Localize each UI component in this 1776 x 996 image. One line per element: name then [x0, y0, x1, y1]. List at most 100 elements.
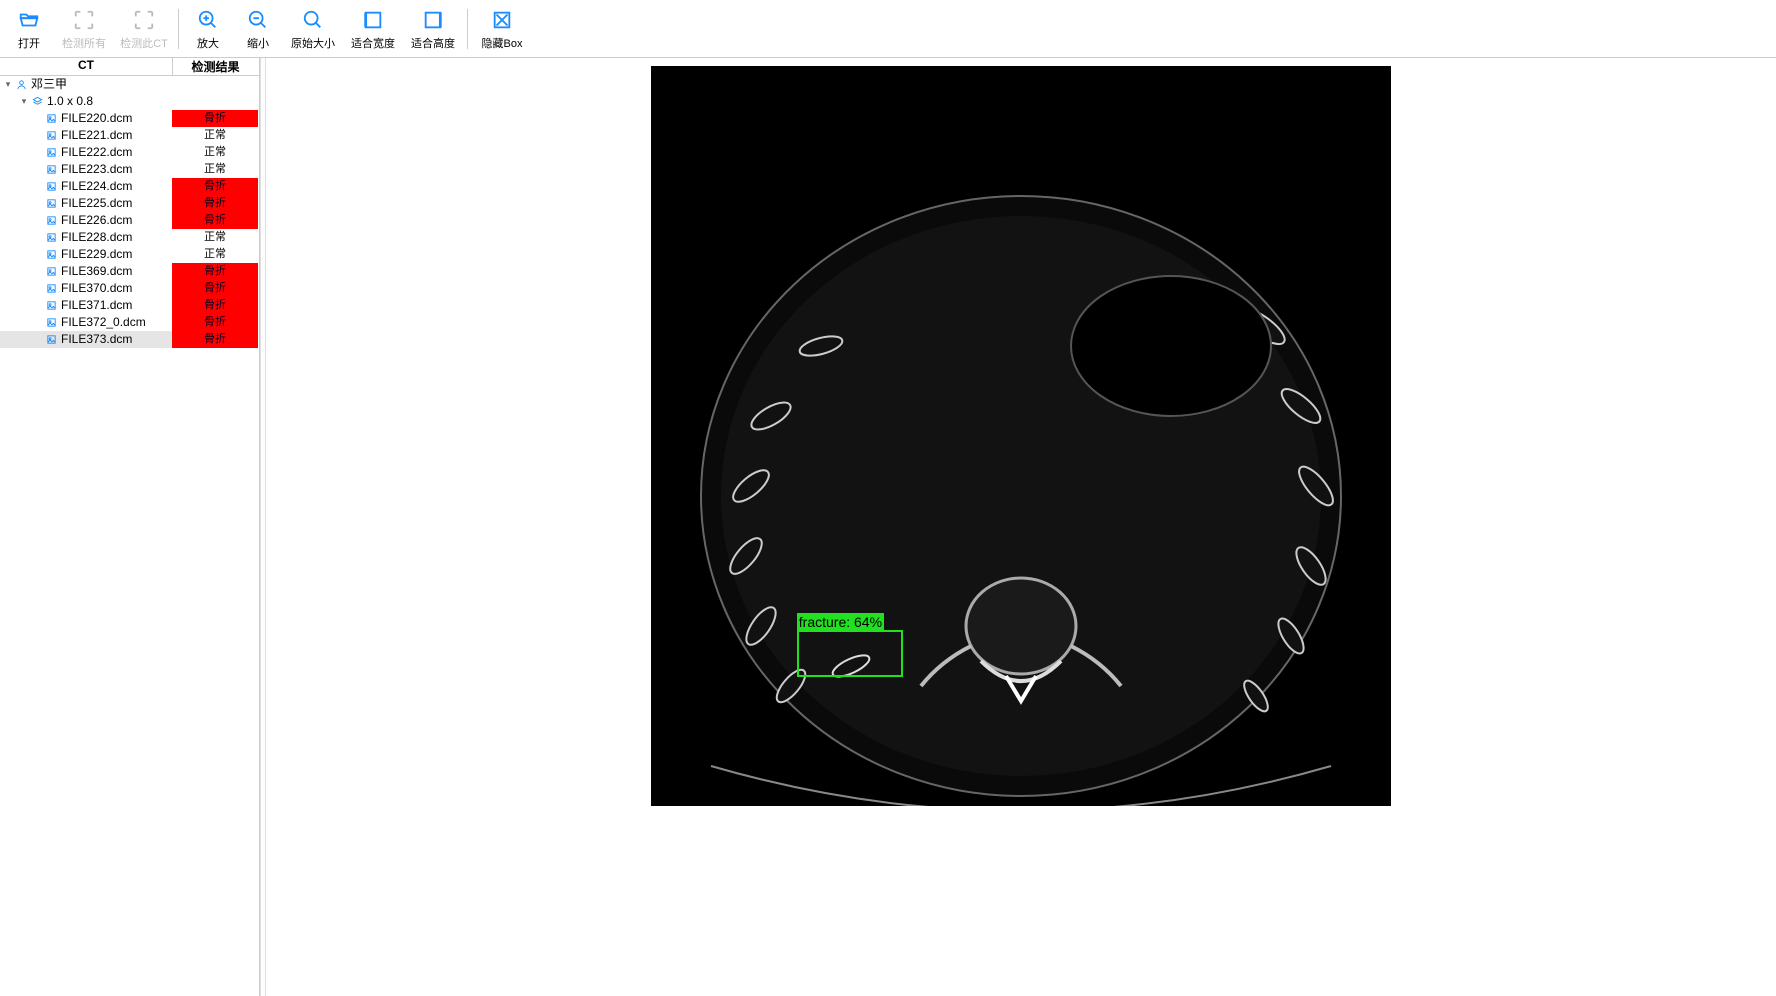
file-name: FILE229.dcm [61, 246, 132, 263]
image-file-icon [46, 198, 57, 209]
file-cell: FILE372_0.dcm [0, 314, 172, 331]
file-cell: FILE370.dcm [0, 280, 172, 297]
search-icon [283, 7, 343, 33]
file-name: FILE224.dcm [61, 178, 132, 195]
image-file-icon [46, 266, 57, 277]
image-file-icon [46, 130, 57, 141]
scan-all-icon [54, 7, 114, 33]
image-file-icon [46, 147, 57, 158]
detection-label: fracture: 64% [797, 613, 884, 631]
tree-file-row[interactable]: FILE372_0.dcm 骨折 [0, 314, 259, 331]
detect-this-ct-button: 检测此CT [114, 3, 174, 55]
file-name: FILE226.dcm [61, 212, 132, 229]
file-name: FILE228.dcm [61, 229, 132, 246]
file-name: FILE220.dcm [61, 110, 132, 127]
result-cell: 正常 [172, 229, 258, 246]
result-cell: 骨折 [172, 331, 258, 348]
toolbar: 打开 检测所有 检测此CT 放大 缩小 原始大小 适合宽度 [0, 0, 1776, 58]
hide-box-icon [472, 7, 532, 33]
result-cell: 骨折 [172, 314, 258, 331]
tree-file-row[interactable]: FILE224.dcm 骨折 [0, 178, 259, 195]
tree-file-row[interactable]: FILE369.dcm骨折 [0, 263, 259, 280]
hide-box-button[interactable]: 隐藏Box [472, 3, 532, 55]
zoom-in-button[interactable]: 放大 [183, 3, 233, 55]
file-name: FILE373.dcm [61, 331, 132, 348]
result-cell: 骨折 [172, 297, 258, 314]
sidebar: CT 检测结果 ▾邓三甲▾1.0 x 0.8FILE220.dcm骨折FILE2… [0, 58, 260, 996]
image-file-icon [46, 113, 57, 124]
result-cell: 骨折 [172, 280, 258, 297]
file-cell: FILE225.dcm [0, 195, 172, 212]
chevron-down-icon[interactable]: ▾ [18, 93, 30, 110]
file-cell: FILE373.dcm [0, 331, 172, 348]
fit-height-button[interactable]: 适合高度 [403, 3, 463, 55]
result-cell: 正常 [172, 246, 258, 263]
file-name: FILE221.dcm [61, 127, 132, 144]
file-cell: FILE223.dcm [0, 161, 172, 178]
file-cell: FILE221.dcm [0, 127, 172, 144]
tree-file-row[interactable]: FILE370.dcm 骨折 [0, 280, 259, 297]
image-file-icon [46, 232, 57, 243]
toolbar-divider [178, 9, 179, 49]
scan-single-icon [114, 7, 174, 33]
tree-series-node[interactable]: ▾ 1.0 x 0.8 [0, 93, 259, 110]
file-tree[interactable]: ▾邓三甲▾1.0 x 0.8FILE220.dcm骨折FILE221.dcm正常… [0, 76, 259, 348]
result-cell: 骨折 [172, 178, 258, 195]
fit-height-icon [403, 7, 463, 33]
tree-file-row[interactable]: FILE373.dcm 骨折 [0, 331, 259, 348]
file-name: FILE225.dcm [61, 195, 132, 212]
file-cell: FILE228.dcm [0, 229, 172, 246]
fit-width-button[interactable]: 适合宽度 [343, 3, 403, 55]
image-file-icon [46, 181, 57, 192]
file-name: FILE370.dcm [61, 280, 132, 297]
image-viewer[interactable]: fracture: 64% [266, 58, 1776, 996]
content-area: CT 检测结果 ▾邓三甲▾1.0 x 0.8FILE220.dcm骨折FILE2… [0, 58, 1776, 996]
result-cell: 骨折 [172, 110, 258, 127]
header-result: 检测结果 [172, 58, 258, 75]
image-file-icon [46, 283, 57, 294]
tree-file-row[interactable]: FILE226.dcm 骨折 [0, 212, 259, 229]
file-name: FILE222.dcm [61, 144, 132, 161]
file-cell: FILE226.dcm [0, 212, 172, 229]
zoom-out-icon [233, 7, 283, 33]
result-cell: 骨折 [172, 263, 258, 280]
folder-open-icon [4, 7, 54, 33]
tree-file-row[interactable]: FILE222.dcm 正常 [0, 144, 259, 161]
tree-file-row[interactable]: FILE223.dcm正常 [0, 161, 259, 178]
file-name: FILE371.dcm [61, 297, 132, 314]
series-name: 1.0 x 0.8 [47, 93, 93, 110]
file-cell: FILE369.dcm [0, 263, 172, 280]
open-button[interactable]: 打开 [4, 3, 54, 55]
file-cell: FILE371.dcm [0, 297, 172, 314]
zoom-in-icon [183, 7, 233, 33]
original-size-button[interactable]: 原始大小 [283, 3, 343, 55]
image-file-icon [46, 334, 57, 345]
tree-file-row[interactable]: FILE229.dcm 正常 [0, 246, 259, 263]
result-cell: 骨折 [172, 195, 258, 212]
tree-file-row[interactable]: FILE225.dcm 骨折 [0, 195, 259, 212]
tree-file-row[interactable]: FILE371.dcm 骨折 [0, 297, 259, 314]
result-cell: 骨折 [172, 212, 258, 229]
image-file-icon [46, 317, 57, 328]
file-name: FILE223.dcm [61, 161, 132, 178]
tree-file-row[interactable]: FILE228.dcm 正常 [0, 229, 259, 246]
tree-patient-node[interactable]: ▾ 邓三甲 [0, 76, 259, 93]
image-file-icon [46, 300, 57, 311]
file-cell: FILE224.dcm [0, 178, 172, 195]
tree-file-row[interactable]: FILE221.dcm 正常 [0, 127, 259, 144]
file-name: FILE372_0.dcm [61, 314, 146, 331]
file-cell: FILE220.dcm [0, 110, 172, 127]
patient-name: 邓三甲 [31, 76, 67, 93]
result-cell: 正常 [172, 144, 258, 161]
result-cell: 正常 [172, 127, 258, 144]
image-file-icon [46, 249, 57, 260]
ct-image [651, 66, 1391, 806]
image-file-icon [46, 164, 57, 175]
toolbar-divider-2 [467, 9, 468, 49]
chevron-down-icon[interactable]: ▾ [2, 76, 14, 93]
tree-file-row[interactable]: FILE220.dcm 骨折 [0, 110, 259, 127]
zoom-out-button[interactable]: 缩小 [233, 3, 283, 55]
detect-all-button: 检测所有 [54, 3, 114, 55]
detection-box: fracture: 64% [797, 630, 903, 677]
person-icon [16, 79, 27, 90]
